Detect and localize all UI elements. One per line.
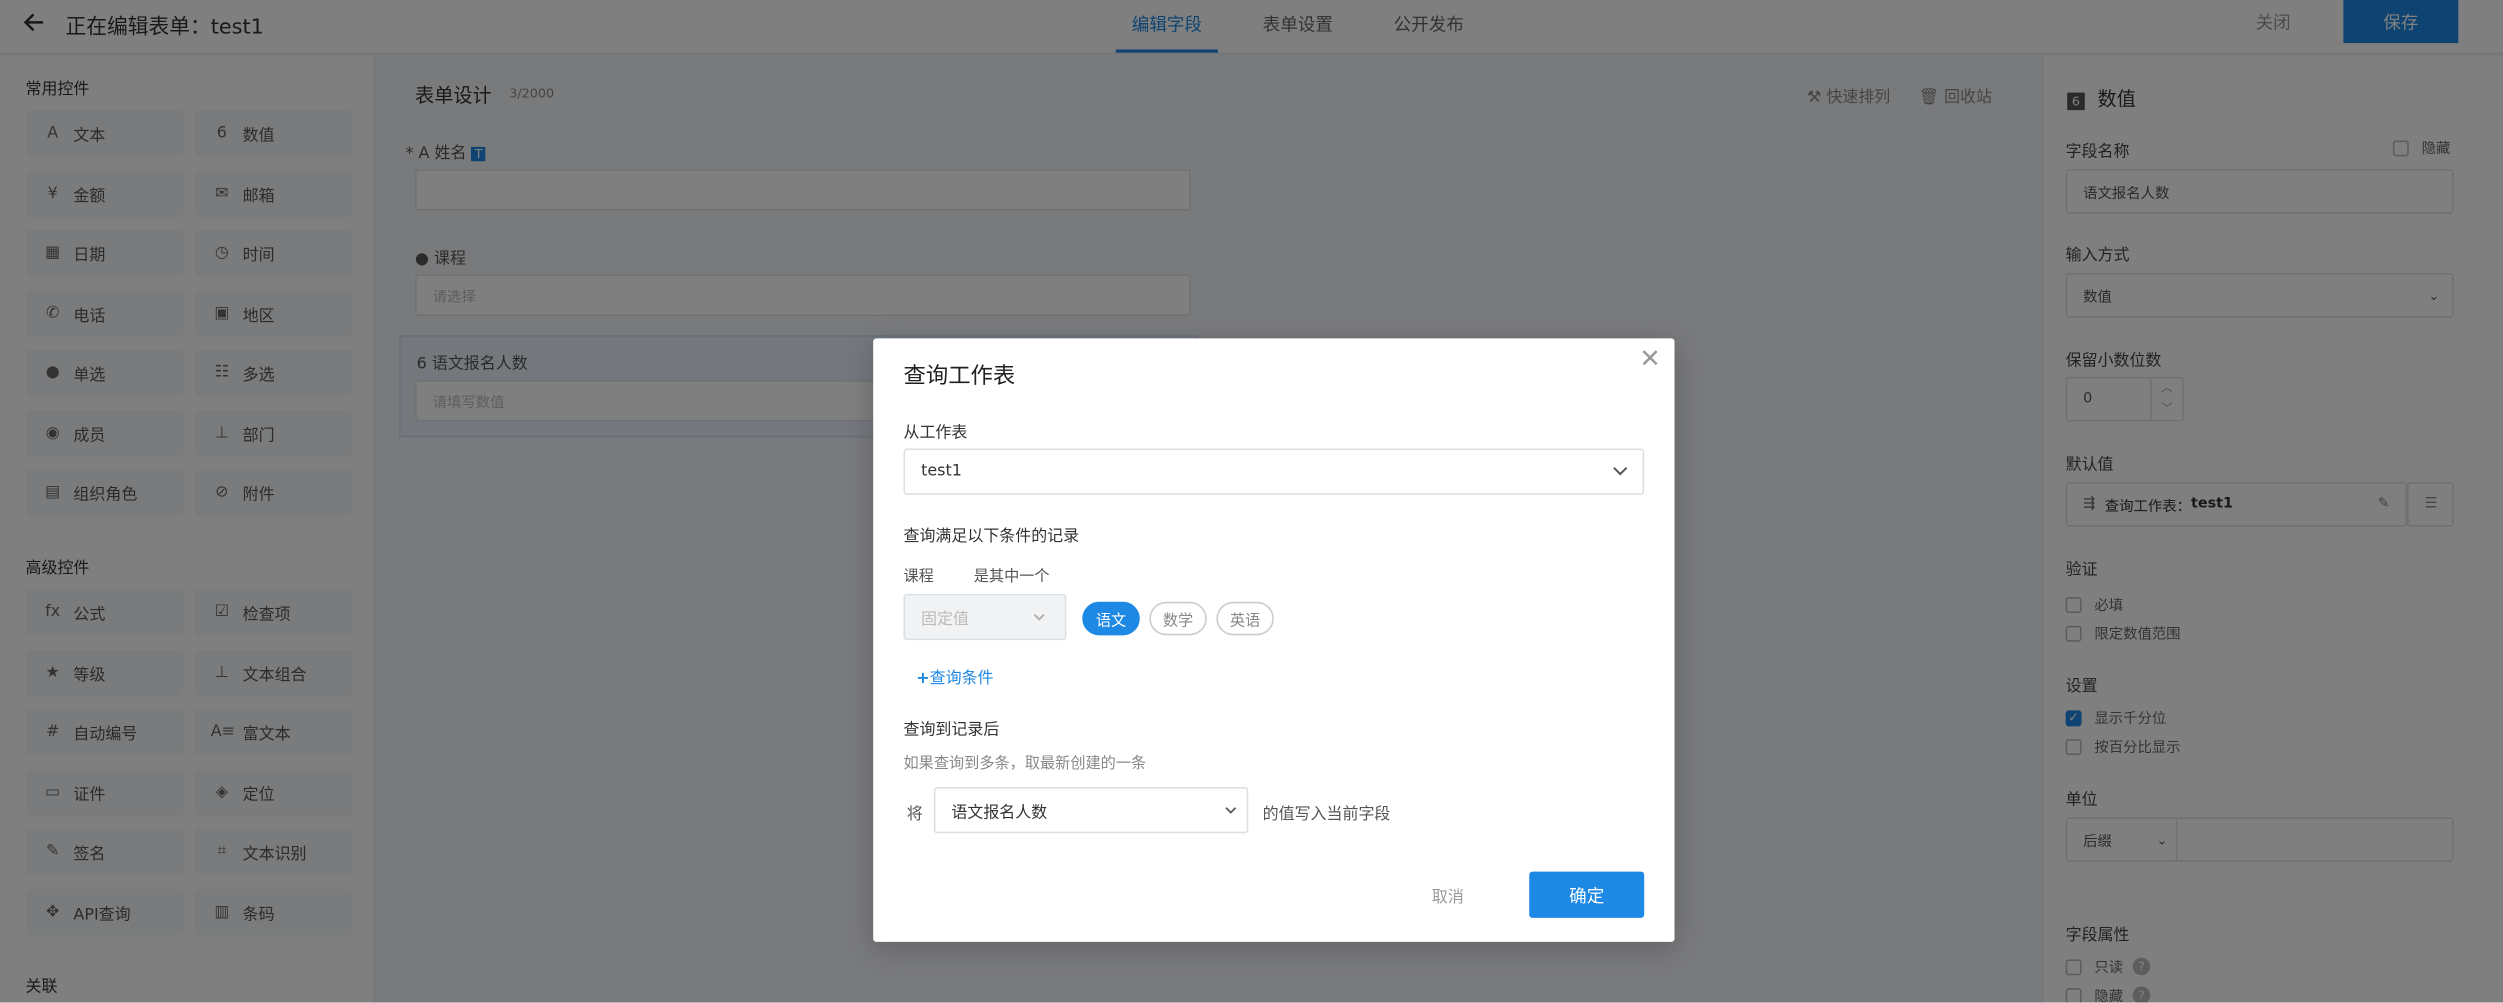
from-sheet-value: test1 <box>921 462 962 481</box>
write-prefix: 将 <box>906 806 923 824</box>
confirm-button[interactable]: 确定 <box>1529 871 1645 918</box>
tag-english[interactable]: 英语 <box>1216 601 1274 636</box>
condition-value-type-select[interactable]: 固定值 <box>903 593 1067 641</box>
query-sheet-dialog: ✕ 查询工作表 从工作表 test1 查询满足以下条件的记录 课程 是其中一个 … <box>873 338 1675 942</box>
condition-field: 课程 <box>903 568 934 586</box>
plus-icon: + <box>916 670 930 689</box>
add-condition-button[interactable]: +查询条件 <box>916 664 993 688</box>
tag-chinese[interactable]: 语文 <box>1082 601 1140 636</box>
after-query-title: 查询到记录后 <box>903 721 1000 740</box>
chevron-down-icon <box>1224 802 1237 818</box>
app-root: 正在编辑表单：test1 编辑字段 表单设置 公开发布 关闭 保存 常用控件 A… <box>0 0 2503 1003</box>
from-sheet-label: 从工作表 <box>903 424 968 443</box>
from-sheet-select[interactable]: test1 <box>903 448 1645 495</box>
chevron-down-icon <box>1033 609 1046 625</box>
tag-math[interactable]: 数学 <box>1149 601 1207 636</box>
close-icon[interactable]: ✕ <box>1639 343 1660 373</box>
chevron-down-icon <box>1612 464 1628 480</box>
after-query-hint: 如果查询到多条，取最新创建的一条 <box>903 755 1147 773</box>
condition-operator[interactable]: 是其中一个 <box>974 563 1050 586</box>
write-field-select[interactable]: 语文报名人数 <box>933 786 1249 834</box>
write-field-value: 语文报名人数 <box>951 804 1048 823</box>
condition-value-type: 固定值 <box>921 611 969 629</box>
conditions-title: 查询满足以下条件的记录 <box>903 528 1080 546</box>
write-suffix: 的值写入当前字段 <box>1262 806 1391 824</box>
dialog-title: 查询工作表 <box>903 363 1016 390</box>
cancel-button[interactable]: 取消 <box>1432 883 1470 907</box>
add-condition-label: 查询条件 <box>929 670 994 689</box>
